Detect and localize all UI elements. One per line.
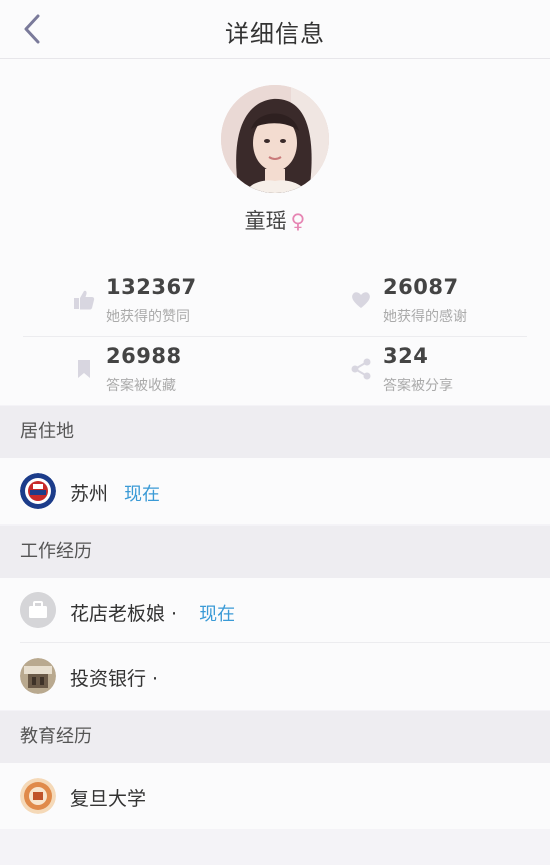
user-name: 童瑶 (244, 209, 287, 233)
top-bar: 详细信息 (0, 0, 550, 59)
list-item-work-2[interactable]: 投资银行 · (0, 643, 550, 709)
stat-shared[interactable]: 324 答案被分享 (350, 344, 550, 402)
name-row: 童瑶 ♀ (0, 205, 550, 235)
stat-agrees[interactable]: 132367 她获得的赞同 (73, 275, 303, 333)
stat-value: 324 (383, 344, 429, 368)
row-text: 复旦大学 (70, 784, 146, 811)
city-logo-icon (20, 473, 56, 509)
stat-collected[interactable]: 26988 答案被收藏 (73, 344, 303, 402)
stat-label: 她获得的赞同 (106, 309, 190, 325)
work-list: 花店老板娘 · 现在 投资银行 · (0, 578, 550, 710)
avatar[interactable] (221, 85, 329, 193)
status-current: 现在 (124, 484, 161, 505)
section-header-residence: 居住地 (0, 406, 550, 458)
divider (23, 336, 527, 337)
avatar-image (221, 85, 329, 193)
list-item-residence[interactable]: 苏州 现在 (0, 458, 550, 524)
stat-label: 答案被分享 (383, 378, 453, 394)
female-icon: ♀ (290, 209, 306, 233)
stat-value: 26087 (383, 275, 459, 299)
briefcase-icon (20, 592, 56, 628)
section-header-work: 工作经历 (0, 526, 550, 578)
row-text: 花店老板娘 · 现在 (70, 599, 235, 626)
job-name: 投资银行 · (70, 668, 159, 690)
stat-value: 132367 (106, 275, 197, 299)
stat-value: 26988 (106, 344, 182, 368)
heart-icon (352, 292, 370, 308)
company-logo-icon (20, 658, 56, 694)
city-name: 苏州 (70, 483, 109, 505)
profile-card: 童瑶 ♀ 132367 她获得的赞同 26087 她获得的感谢 26988 答案被… (0, 59, 550, 405)
row-text: 苏州 现在 (70, 479, 160, 506)
section-header-education: 教育经历 (0, 711, 550, 763)
job-name: 花店老板娘 · (70, 603, 178, 625)
share-icon (351, 358, 371, 380)
list-item-education[interactable]: 复旦大学 (0, 763, 550, 829)
thumbs-up-icon (74, 290, 95, 310)
university-logo-icon (20, 778, 56, 814)
stat-thanks[interactable]: 26087 她获得的感谢 (350, 275, 550, 333)
stat-label: 答案被收藏 (106, 378, 176, 394)
bookmark-icon (78, 360, 90, 378)
school-name: 复旦大学 (70, 788, 147, 810)
status-current: 现在 (199, 604, 236, 625)
page-title: 详细信息 (225, 20, 325, 48)
list-item-work-1[interactable]: 花店老板娘 · 现在 (0, 578, 550, 642)
row-text: 投资银行 · (70, 664, 158, 691)
stat-label: 她获得的感谢 (383, 309, 467, 325)
